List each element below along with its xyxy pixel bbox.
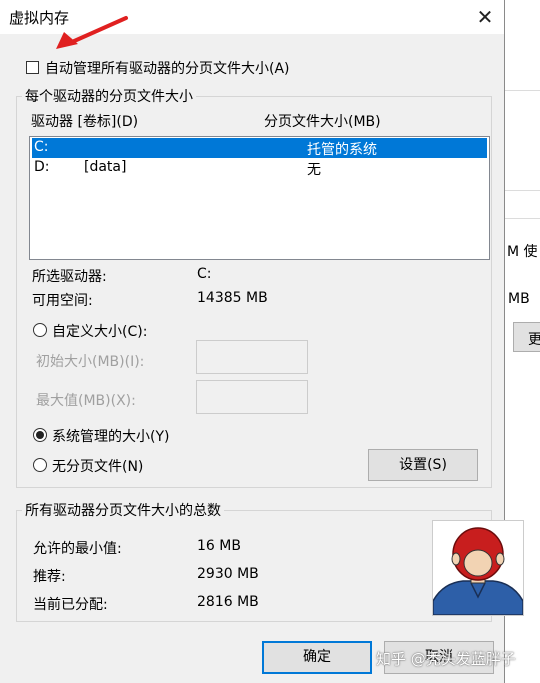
custom-size-label[interactable]: 自定义大小(C): — [52, 321, 147, 341]
drive-list[interactable]: C: 托管的系统 D: [data] 无 — [29, 136, 490, 260]
column-header-size: 分页文件大小(MB) — [264, 114, 381, 130]
custom-size-radio[interactable] — [33, 323, 47, 337]
background-divider — [505, 218, 540, 219]
free-space-value: 14385 MB — [197, 290, 268, 306]
ok-button[interactable]: 确定 — [262, 641, 372, 674]
background-divider — [505, 90, 540, 91]
recommended-label: 推荐: — [33, 569, 66, 585]
drives-group-title: 每个驱动器的分页文件大小 — [22, 86, 196, 106]
free-space-label: 可用空间: — [32, 293, 93, 309]
system-managed-radio[interactable] — [33, 428, 47, 442]
watermark-text: 知乎 @秃头发蓝胖子 — [376, 650, 516, 668]
virtual-memory-dialog: 虚拟内存 ✕ 自动管理所有驱动器的分页文件大小(A) 每个驱动器的分页文件大小 … — [0, 0, 524, 683]
auto-manage-checkbox[interactable] — [26, 61, 39, 74]
background-text: M 使 — [507, 244, 538, 260]
min-allowed-label: 允许的最小值: — [33, 541, 122, 557]
avatar — [432, 520, 524, 616]
background-button[interactable]: 更 — [513, 322, 540, 352]
selected-drive-value: C: — [197, 266, 212, 282]
close-icon[interactable]: ✕ — [466, 2, 504, 32]
selected-drive-label: 所选驱动器: — [32, 269, 107, 285]
system-managed-label[interactable]: 系统管理的大小(Y) — [52, 426, 169, 446]
initial-size-label: 初始大小(MB)(I): — [36, 354, 145, 370]
background-divider — [505, 190, 540, 191]
column-header-drive: 驱动器 [卷标](D) — [31, 114, 139, 130]
drive-row-c[interactable]: C: 托管的系统 — [32, 138, 487, 158]
auto-manage-label[interactable]: 自动管理所有驱动器的分页文件大小(A) — [45, 58, 290, 78]
avatar-cartoon — [432, 527, 524, 616]
max-size-label: 最大值(MB)(X): — [36, 393, 136, 409]
initial-size-input[interactable] — [196, 340, 308, 374]
totals-group-title: 所有驱动器分页文件大小的总数 — [22, 500, 224, 520]
no-paging-label[interactable]: 无分页文件(N) — [52, 456, 143, 476]
background-text: MB — [508, 291, 530, 307]
current-allocated-value: 2816 MB — [197, 594, 259, 610]
set-button[interactable]: 设置(S) — [368, 449, 478, 481]
no-paging-radio[interactable] — [33, 458, 47, 472]
min-allowed-value: 16 MB — [197, 538, 241, 554]
drive-row-d[interactable]: D: [data] 无 — [32, 158, 487, 178]
red-arrow-icon — [56, 16, 128, 49]
max-size-input[interactable] — [196, 380, 308, 414]
current-allocated-label: 当前已分配: — [33, 597, 108, 613]
recommended-value: 2930 MB — [197, 566, 259, 582]
